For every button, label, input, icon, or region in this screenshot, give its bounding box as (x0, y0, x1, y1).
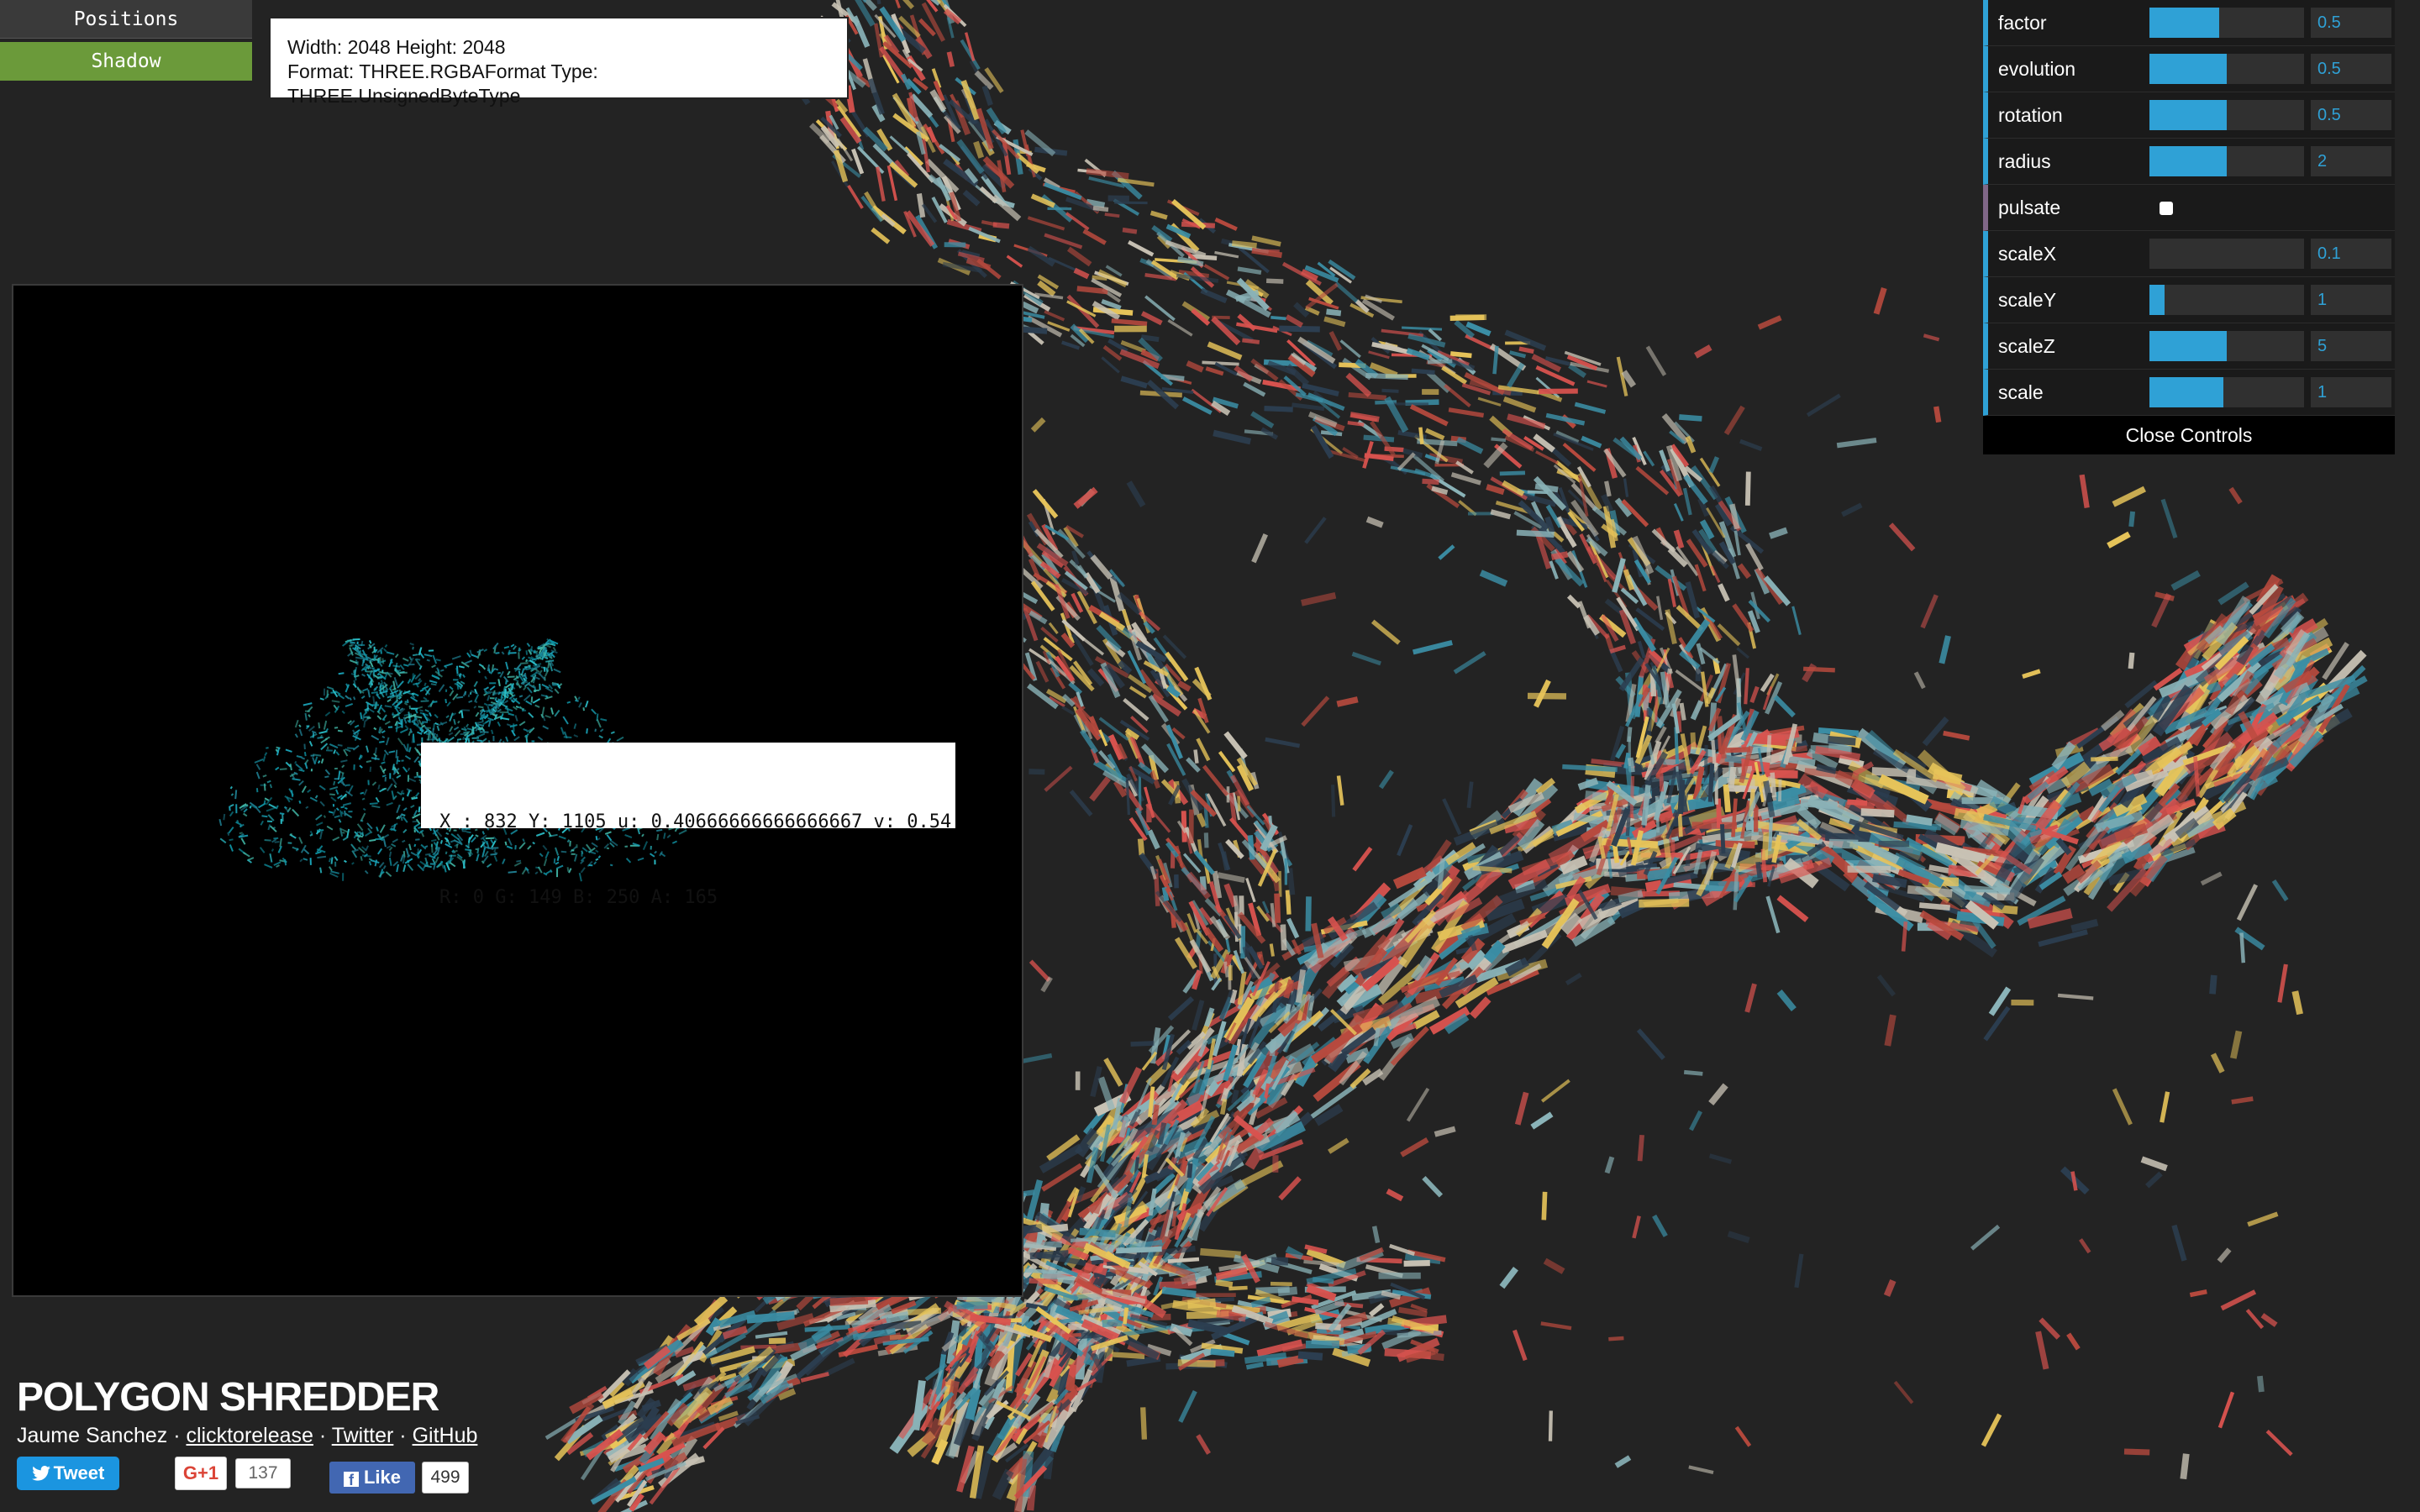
slider-fill (2149, 8, 2219, 38)
pixel-rgba-text: R: 0 G: 149 B: 250 A: 165 (439, 887, 718, 908)
control-label: scaleZ (1998, 335, 2055, 357)
control-label: scale (1998, 381, 2044, 403)
facebook-like-button[interactable]: f Like (329, 1462, 415, 1494)
radius-input[interactable]: 2 (2311, 146, 2391, 176)
scalez-input[interactable]: 5 (2311, 331, 2391, 361)
author-name: Jaume Sanchez (17, 1424, 168, 1447)
page-title: POLYGON SHREDDER (17, 1375, 439, 1420)
tweet-label: Tweet (53, 1462, 105, 1483)
clicktorelease-link[interactable]: clicktorelease (187, 1424, 313, 1447)
control-scaley[interactable]: scaleY 1 (1983, 277, 2395, 323)
evolution-slider[interactable] (2149, 54, 2304, 84)
slider-fill (2149, 54, 2227, 84)
radius-slider[interactable] (2149, 146, 2304, 176)
control-radius[interactable]: radius 2 (1983, 139, 2395, 185)
slider-fill (2149, 377, 2224, 407)
texture-size-text: Width: 2048 Height: 2048 (287, 36, 506, 58)
texture-info-box: Width: 2048 Height: 2048 Format: THREE.R… (269, 17, 849, 107)
facebook-like-label: Like (363, 1467, 402, 1488)
factor-input[interactable]: 0.5 (2311, 8, 2391, 38)
control-scalex[interactable]: scaleX 0.1 (1983, 231, 2395, 277)
control-label: factor (1998, 12, 2047, 34)
facebook-like-count: 499 (422, 1462, 469, 1494)
rotation-input[interactable]: 0.5 (2311, 100, 2391, 130)
control-label: scaleY (1998, 289, 2057, 311)
close-controls-button[interactable]: Close Controls (1983, 416, 2395, 454)
control-factor[interactable]: factor 0.5 (1983, 0, 2395, 46)
scaley-slider[interactable] (2149, 285, 2304, 315)
gplus-count: 137 (235, 1458, 291, 1488)
slider-fill (2149, 331, 2227, 361)
shadow-button[interactable]: Shadow (0, 42, 252, 81)
scalez-slider[interactable] (2149, 331, 2304, 361)
separator: · (167, 1424, 187, 1447)
pixel-coords-text: X : 832 Y: 1105 u: 0.40666666666666667 v… (439, 811, 952, 832)
positions-button[interactable]: Positions (0, 0, 252, 39)
control-pulsate[interactable]: pulsate (1983, 185, 2395, 231)
github-link[interactable]: GitHub (413, 1424, 478, 1447)
scalex-input[interactable]: 0.1 (2311, 239, 2391, 269)
byline: Jaume Sanchez · clicktorelease · Twitter… (17, 1424, 477, 1448)
slider-fill (2149, 285, 2165, 315)
scalex-slider[interactable] (2149, 239, 2304, 269)
scale-slider[interactable] (2149, 377, 2304, 407)
facebook-icon: f (343, 1472, 359, 1488)
twitter-bird-icon (31, 1466, 50, 1481)
control-label: scaleX (1998, 243, 2057, 265)
control-label: radius (1998, 150, 2051, 172)
control-label: rotation (1998, 104, 2063, 126)
factor-slider[interactable] (2149, 8, 2304, 38)
texture-format-text: Format: THREE.RGBAFormat Type: THREE.Uns… (287, 60, 598, 107)
pixel-info-tooltip: X : 832 Y: 1105 u: 0.40666666666666667 v… (421, 743, 955, 908)
pulsate-checkbox[interactable] (2160, 202, 2173, 215)
scale-input[interactable]: 1 (2311, 377, 2391, 407)
scaley-input[interactable]: 1 (2311, 285, 2391, 315)
gplus-button[interactable]: G+1 (175, 1457, 227, 1490)
control-label: evolution (1998, 58, 2076, 80)
rotation-slider[interactable] (2149, 100, 2304, 130)
separator: · (313, 1424, 332, 1447)
slider-fill (2149, 146, 2227, 176)
control-scale[interactable]: scale 1 (1983, 370, 2395, 416)
control-rotation[interactable]: rotation 0.5 (1983, 92, 2395, 139)
controls-panel: factor 0.5 evolution 0.5 rotation 0.5 ra… (1983, 0, 2395, 454)
separator: · (393, 1424, 413, 1447)
twitter-link[interactable]: Twitter (332, 1424, 394, 1447)
evolution-input[interactable]: 0.5 (2311, 54, 2391, 84)
control-label: pulsate (1998, 197, 2061, 218)
control-evolution[interactable]: evolution 0.5 (1983, 46, 2395, 92)
tweet-button[interactable]: Tweet (17, 1457, 119, 1490)
control-scalez[interactable]: scaleZ 5 (1983, 323, 2395, 370)
slider-fill (2149, 100, 2227, 130)
